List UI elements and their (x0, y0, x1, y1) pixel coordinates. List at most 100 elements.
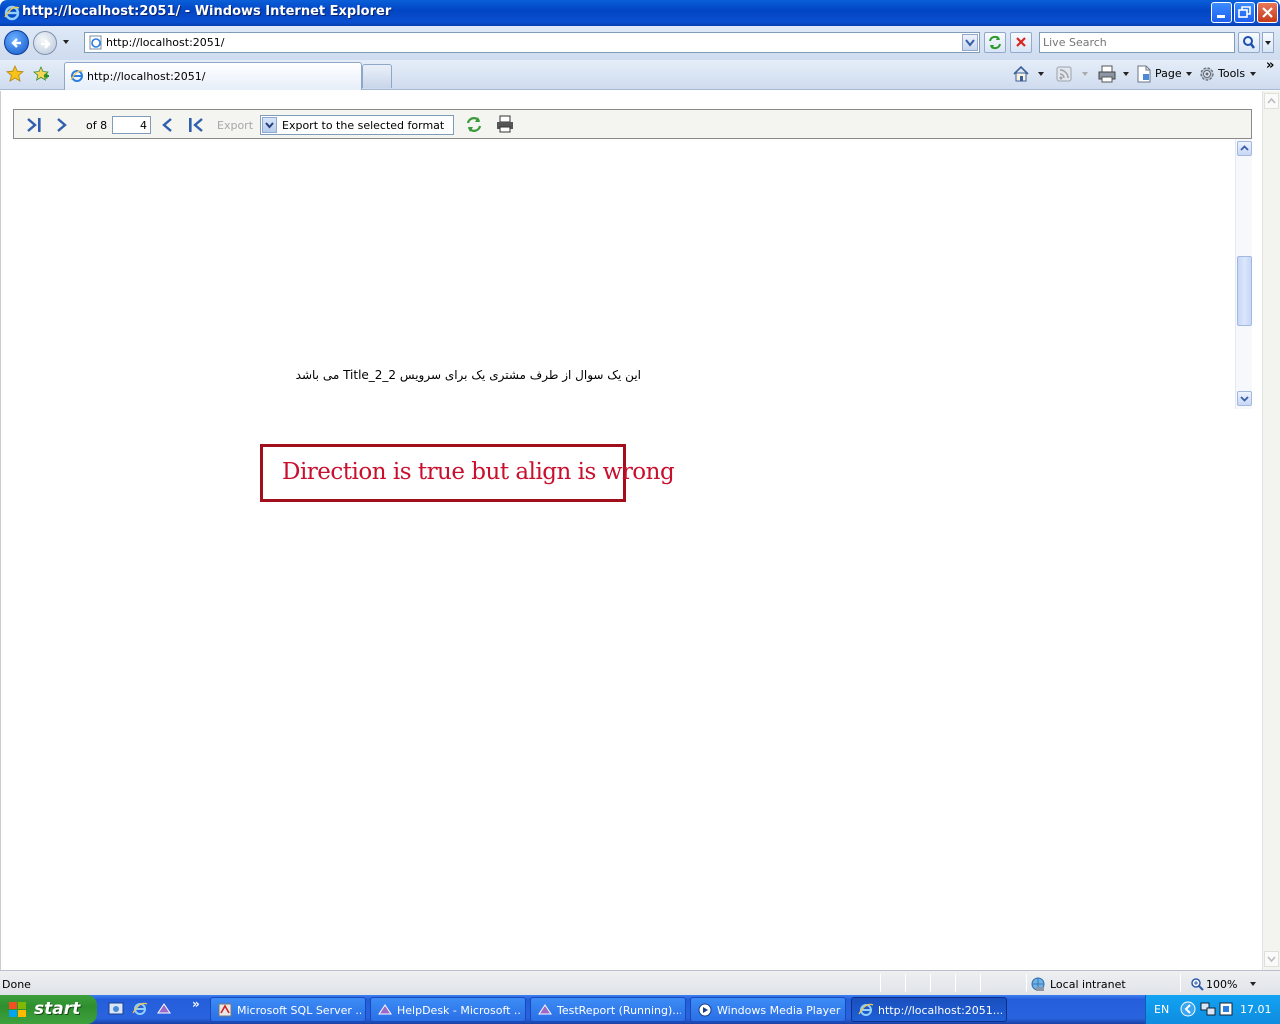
search-input[interactable] (1040, 33, 1230, 51)
search-options-dropdown[interactable] (1262, 32, 1274, 53)
tab-localhost[interactable]: http://localhost:2051/ (64, 62, 362, 90)
address-field[interactable]: http://localhost:2051/ (84, 32, 980, 53)
task-label: http://localhost:2051... (878, 1004, 1002, 1017)
status-divider (930, 974, 931, 992)
chevron-down-icon (1123, 72, 1129, 76)
back-button[interactable] (4, 30, 29, 55)
export-format-value: Export to the selected format (282, 119, 445, 132)
tools-menu-label: Tools (1218, 67, 1246, 80)
first-page-icon[interactable] (186, 116, 206, 134)
ie-page-icon (858, 1003, 874, 1016)
tools-menu[interactable]: Tools (1198, 64, 1258, 84)
status-bar: Done Local intranet 100% (0, 970, 1280, 995)
page-vertical-scrollbar[interactable] (1262, 91, 1280, 970)
print-report-icon[interactable] (496, 115, 514, 133)
clock: 17.01 (1240, 1003, 1272, 1016)
tab-label: http://localhost:2051/ (87, 70, 206, 83)
show-hidden-icons-button[interactable] (1180, 1001, 1196, 1017)
task-ie-localhost[interactable]: http://localhost:2051... (851, 997, 1007, 1022)
network-icon[interactable] (1200, 1001, 1216, 1017)
status-divider (955, 974, 956, 992)
window-title-bar: http://localhost:2051/ - Windows Interne… (0, 0, 1280, 26)
start-button[interactable]: start (0, 995, 97, 1024)
print-button[interactable] (1097, 64, 1131, 84)
scroll-down-button[interactable] (1237, 391, 1252, 406)
report-viewer-toolbar: of 8 Export Export to the selected forma… (13, 109, 1252, 139)
chevron-down-icon (1038, 72, 1044, 76)
task-helpdesk[interactable]: HelpDesk - Microsoft ... (370, 997, 526, 1022)
stop-button[interactable] (1010, 32, 1032, 53)
scroll-thumb[interactable] (1237, 256, 1252, 326)
address-dropdown-button[interactable] (962, 34, 978, 51)
page-menu-label: Page (1155, 67, 1182, 80)
chevron-down-icon (965, 39, 975, 47)
task-testreport[interactable]: TestReport (Running)... (530, 997, 686, 1022)
chevron-down-icon (265, 122, 274, 129)
page-menu[interactable]: Page (1136, 64, 1194, 84)
chevron-down-icon (1240, 396, 1249, 402)
gear-icon (1200, 67, 1214, 81)
page-icon (1137, 65, 1151, 83)
task-label: TestReport (Running)... (557, 1004, 681, 1017)
chevron-down-icon (1267, 956, 1276, 963)
close-window-button[interactable] (1257, 2, 1278, 23)
toolbar-overflow-chevron[interactable]: » (1266, 58, 1274, 73)
feeds-button[interactable] (1054, 64, 1090, 84)
live-search-field[interactable] (1039, 32, 1235, 53)
zoom-level[interactable]: 100% (1206, 978, 1237, 991)
export-format-select[interactable]: Export to the selected format (260, 115, 454, 135)
status-divider (905, 974, 906, 992)
report-text-line: این یک سوال از طرف مشتری یک برای سرویس T… (295, 368, 641, 382)
search-icon (1243, 36, 1255, 49)
window-title: http://localhost:2051/ - Windows Interne… (22, 4, 392, 19)
scroll-up-button[interactable] (1237, 141, 1252, 156)
home-button[interactable] (1012, 64, 1048, 84)
status-divider (880, 974, 881, 992)
task-windows-media-player[interactable]: Windows Media Player (690, 997, 846, 1022)
zoom-icon[interactable] (1190, 977, 1204, 991)
previous-page-icon[interactable] (159, 116, 175, 134)
next-page-icon[interactable] (54, 116, 70, 134)
forward-button[interactable] (33, 31, 57, 55)
export-format-dropdown-button[interactable] (262, 117, 277, 133)
start-label: start (34, 999, 81, 1019)
chevron-down-icon (1186, 72, 1192, 76)
page-scroll-up-button[interactable] (1264, 93, 1279, 109)
tray-app-icon[interactable] (1218, 1001, 1234, 1017)
close-icon (1262, 7, 1273, 18)
last-page-icon[interactable] (24, 116, 44, 134)
search-button[interactable] (1238, 32, 1260, 53)
sql-server-icon (218, 1003, 232, 1017)
chevron-down-icon (1082, 72, 1088, 76)
add-favorite-icon[interactable] (32, 65, 50, 83)
ie-page-icon (70, 70, 84, 82)
refresh-report-icon[interactable] (464, 115, 484, 134)
quicklaunch-more-chevron[interactable]: » (192, 997, 200, 1011)
windows-flag-icon (9, 1002, 26, 1017)
quicklaunch-ie-icon[interactable] (132, 1001, 148, 1017)
status-divider (1026, 974, 1027, 992)
printer-icon (1098, 65, 1116, 83)
recent-pages-dropdown[interactable] (63, 40, 69, 44)
system-tray: EN 17.01 (1145, 995, 1280, 1024)
forward-arrow-icon (41, 39, 51, 49)
report-vertical-scrollbar[interactable] (1235, 139, 1252, 409)
language-indicator[interactable]: EN (1154, 1003, 1169, 1016)
page-scroll-down-button[interactable] (1264, 951, 1279, 967)
new-tab-button[interactable] (362, 64, 392, 88)
quicklaunch-visual-studio-icon[interactable] (156, 1001, 172, 1017)
export-link[interactable]: Export (217, 119, 253, 132)
quicklaunch-desktop-icon[interactable] (108, 1001, 124, 1017)
task-sql-server[interactable]: Microsoft SQL Server ... (210, 997, 366, 1022)
page-number-input[interactable] (112, 116, 151, 134)
windows-taskbar: start » Microsoft SQL Server ... HelpDes… (0, 995, 1280, 1024)
restore-button[interactable] (1234, 2, 1255, 23)
intranet-globe-icon (1031, 977, 1045, 991)
visual-studio-icon (538, 1004, 552, 1015)
minimize-button[interactable] (1211, 2, 1232, 23)
favorites-center-icon[interactable] (6, 65, 24, 83)
zoom-dropdown-chevron[interactable] (1250, 982, 1256, 986)
back-arrow-icon (11, 38, 21, 48)
media-player-icon (698, 1003, 712, 1017)
refresh-button[interactable] (984, 32, 1006, 53)
